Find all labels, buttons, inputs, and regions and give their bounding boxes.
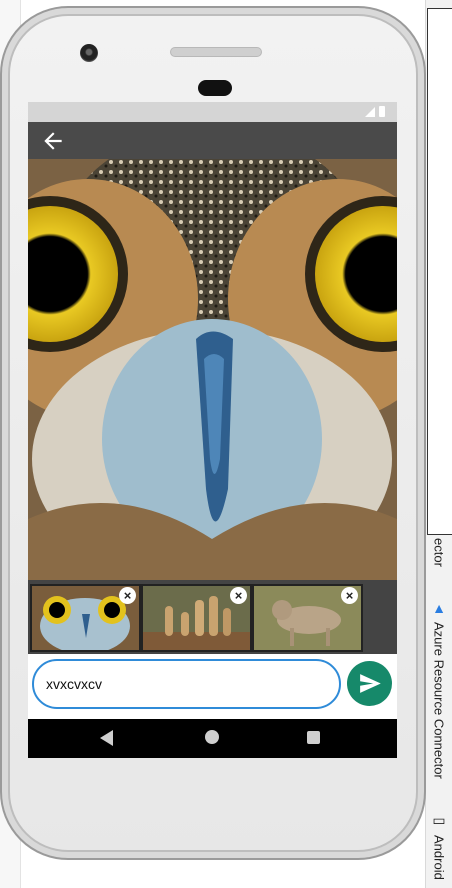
remove-thumbnail-1-icon[interactable]: × (119, 587, 136, 604)
nav-recents-icon[interactable] (307, 731, 320, 744)
status-bar (28, 102, 397, 122)
main-image-owl (28, 159, 397, 580)
earpiece-speaker (170, 47, 262, 57)
nav-back-icon[interactable] (100, 730, 113, 746)
thumbnail-owl[interactable]: × (30, 584, 141, 652)
send-icon (360, 674, 381, 693)
remove-thumbnail-3-icon[interactable]: × (341, 587, 358, 604)
ide-tool-android[interactable]: ▭ Android (426, 812, 452, 880)
thumbnail-meerkats[interactable]: × (141, 584, 252, 652)
azure-tool-label: Azure Resource Connector (431, 622, 447, 779)
proximity-sensor (198, 80, 232, 96)
owl-illustration (28, 159, 397, 580)
app-bar (28, 122, 397, 159)
front-camera (80, 44, 98, 62)
ide-tool-azure[interactable]: ▲ Azure Resource Connector (426, 600, 452, 779)
android-tool-label: Android (431, 835, 447, 880)
system-nav-bar (28, 719, 397, 758)
message-input[interactable] (32, 659, 341, 709)
azure-icon: ▲ (432, 600, 446, 616)
thumbnail-coyote[interactable]: × (252, 584, 363, 652)
nav-home-icon[interactable] (205, 730, 219, 744)
ide-tool-partial[interactable]: ector (426, 538, 452, 567)
signal-icon (365, 107, 375, 117)
message-composer (28, 654, 397, 719)
arrow-back-icon[interactable] (40, 128, 66, 154)
remove-thumbnail-2-icon[interactable]: × (230, 587, 247, 604)
battery-icon (379, 106, 385, 117)
android-device-icon: ▭ (432, 812, 446, 828)
phone-screen: × × × (28, 102, 397, 758)
ide-side-panel (427, 8, 452, 535)
ide-partial-label: ector (431, 538, 447, 567)
send-button[interactable] (347, 661, 392, 706)
thumbnail-strip: × × × (28, 580, 397, 654)
